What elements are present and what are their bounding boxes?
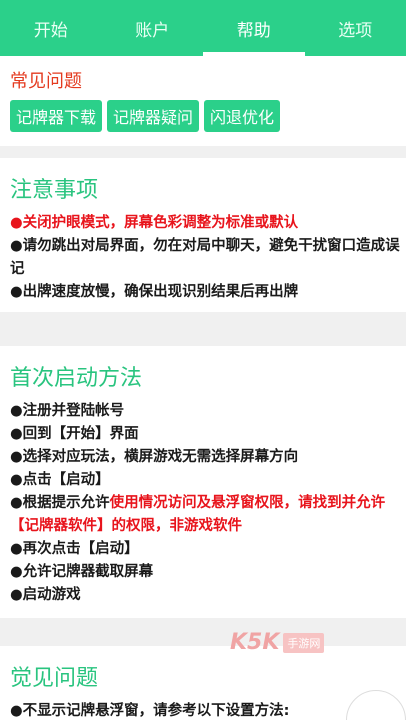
step-line: ●点击【启动】	[10, 472, 110, 488]
questions-button[interactable]: 记牌器疑问	[107, 100, 200, 132]
first-start-title: 首次启动方法	[10, 366, 143, 391]
tab-options[interactable]: 选项	[305, 0, 406, 56]
notice-line: ●出牌速度放慢，确保出现识别结果后再出牌	[10, 284, 299, 300]
faq2-title: 觉见问题	[10, 666, 99, 691]
notice-section: 注意事项 ●关闭护眼模式，屏幕色彩调整为标准或默认 ●请勿跳出对局界面，勿在对局…	[0, 158, 406, 312]
step-prefix: ●根据提示允许	[10, 495, 110, 511]
crash-fix-button[interactable]: 闪退优化	[204, 100, 281, 132]
step-line: ●选择对应玩法，横屏游戏无需选择屏幕方向	[10, 449, 299, 465]
faq2-section: 觉见问题 ●不显示记牌悬浮窗，请参考以下设置方法:	[0, 646, 406, 720]
tab-label: 帮助	[236, 20, 271, 41]
tab-label: 开始	[33, 20, 68, 41]
step-line: ●再次点击【启动】	[10, 541, 139, 557]
tab-help[interactable]: 帮助	[203, 0, 305, 56]
notice-title: 注意事项	[10, 178, 99, 203]
step-line: ●根据提示允许使用情况访问及悬浮窗权限，请找到并允许【记牌器软件】的权限，非游戏…	[10, 492, 400, 538]
watermark-logo: K5K 手游网	[230, 630, 325, 655]
watermark-brand: K5K	[230, 630, 280, 655]
step-line: ●回到【开始】界面	[10, 426, 139, 442]
top-tab-bar: 开始 账户 帮助 选项	[0, 0, 406, 56]
tab-label: 账户	[135, 20, 170, 41]
faq-button-row: 记牌器下载 记牌器疑问 闪退优化	[10, 100, 400, 132]
tab-start[interactable]: 开始	[0, 0, 102, 56]
faq2-line: ●不显示记牌悬浮窗，请参考以下设置方法:	[10, 703, 290, 719]
step-line: ●注册并登陆帐号	[10, 403, 125, 419]
faq-card: 常见问题 记牌器下载 记牌器疑问 闪退优化	[0, 56, 406, 146]
first-start-section: 首次启动方法 ●注册并登陆帐号 ●回到【开始】界面 ●选择对应玩法，横屏游戏无需…	[0, 346, 406, 618]
tab-label: 选项	[338, 20, 373, 41]
step-line: ●允许记牌器截取屏幕	[10, 564, 154, 580]
notice-line: ●请勿跳出对局界面，勿在对局中聊天，避免干扰窗口造成误记	[10, 238, 400, 277]
download-button[interactable]: 记牌器下载	[10, 100, 103, 132]
step-line: ●启动游戏	[10, 587, 81, 603]
faq-title: 常见问题	[10, 71, 82, 92]
tab-account[interactable]: 账户	[102, 0, 204, 56]
watermark-sub: 手游网	[283, 632, 325, 653]
notice-line: ●关闭护眼模式，屏幕色彩调整为标准或默认	[10, 215, 299, 231]
